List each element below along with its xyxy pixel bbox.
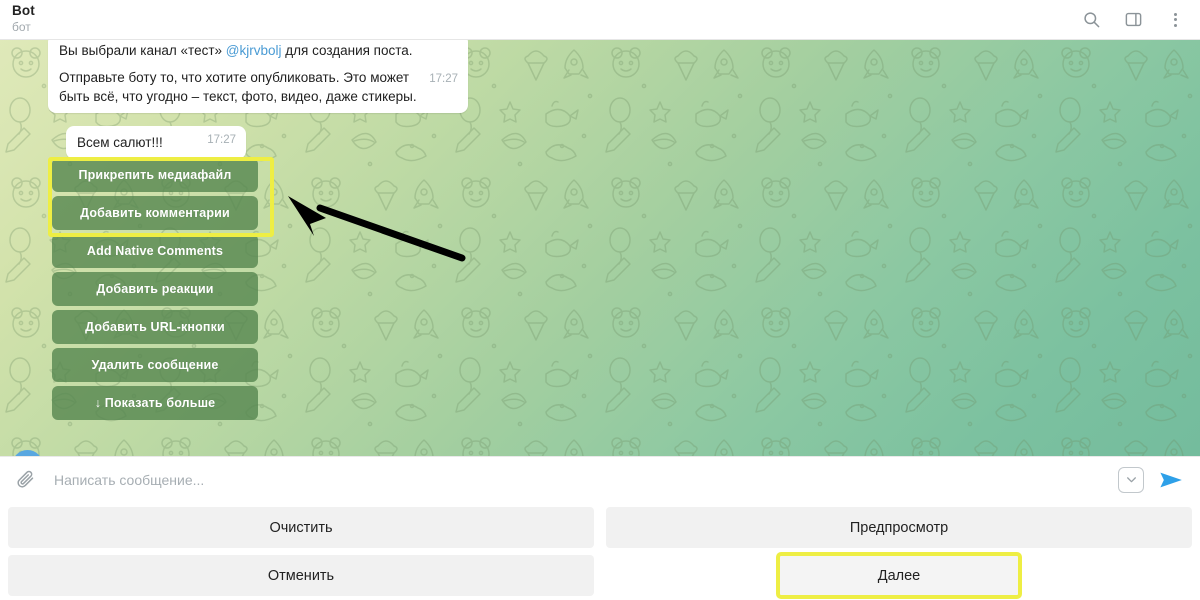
keyboard-button-add-reactions[interactable]: Добавить реакции xyxy=(52,272,258,306)
keyboard-button-delete-message[interactable]: Удалить сообщение xyxy=(52,348,258,382)
keyboard-button-attach-media[interactable]: Прикрепить медиафайл xyxy=(52,158,258,192)
next-button[interactable]: Далее xyxy=(776,552,1022,599)
post-text: Всем салют!!! xyxy=(77,135,163,150)
telegram-window: Bot бот Вы выбрали канал «тест» @kjrvbol… xyxy=(0,0,1200,600)
instructions-text: Отправьте боту то, что хотите опубликова… xyxy=(59,70,417,105)
chat-title: Bot xyxy=(12,3,35,19)
message-input[interactable] xyxy=(50,471,1106,488)
message-list[interactable]: Вы выбрали канал «тест» @kjrvbolj для со… xyxy=(0,40,1200,456)
chat-header-titles[interactable]: Bot бот xyxy=(12,4,35,34)
header-actions xyxy=(1080,9,1186,31)
search-icon[interactable] xyxy=(1080,9,1102,31)
sidebar-panel-icon[interactable] xyxy=(1122,9,1144,31)
keyboard-button-show-more[interactable]: ↓ Показать больше xyxy=(52,386,258,420)
message-time: 17:27 xyxy=(207,134,236,146)
keyboard-button-add-native-comments[interactable]: Add Native Comments xyxy=(52,234,258,268)
annotation-arrow-icon xyxy=(288,196,466,262)
message-row: Вы выбрали канал «тест» @kjrvbolj для со… xyxy=(48,40,468,114)
intro-suffix: для создания поста. xyxy=(281,43,413,58)
message-line-channel: Вы выбрали канал «тест» @kjrvbolj для со… xyxy=(59,41,458,60)
avatar: B xyxy=(12,450,43,456)
more-vertical-icon[interactable] xyxy=(1164,9,1186,31)
keyboard-button-add-comments[interactable]: Добавить комментарии xyxy=(52,196,258,230)
message-time: 17:27 xyxy=(429,73,458,86)
bot-message-bubble: Вы выбрали канал «тест» @kjrvbolj для со… xyxy=(48,40,468,114)
action-cell-preview: Предпросмотр xyxy=(606,507,1192,548)
preview-button[interactable]: Предпросмотр xyxy=(606,507,1192,548)
action-cell-clear: Очистить xyxy=(8,507,594,548)
post-preview-bubble: 17:27 Всем салют!!! xyxy=(66,126,246,160)
action-cell-next: Далее xyxy=(606,552,1192,599)
chat-area: Вы выбрали канал «тест» @kjrvbolj для со… xyxy=(0,40,1200,456)
message-composer xyxy=(0,456,1200,502)
bot-action-keyboard: Очистить Предпросмотр Отменить Далее xyxy=(0,502,1200,600)
more-dots xyxy=(1173,10,1177,30)
chat-subtitle: бот xyxy=(12,20,31,35)
channel-username-link[interactable]: @kjrvbolj xyxy=(226,43,282,58)
message-line-instructions: 17:27 Отправьте боту то, что хотите опубл… xyxy=(59,68,458,106)
action-cell-cancel: Отменить xyxy=(8,555,594,596)
cancel-button[interactable]: Отменить xyxy=(8,555,594,596)
clear-button[interactable]: Очистить xyxy=(8,507,594,548)
chevron-down-icon[interactable] xyxy=(1118,466,1144,493)
paperclip-icon[interactable] xyxy=(12,467,38,493)
inline-keyboard: Прикрепить медиафайл Добавить комментари… xyxy=(52,158,258,420)
keyboard-button-add-url-buttons[interactable]: Добавить URL-кнопки xyxy=(52,310,258,344)
intro-prefix: Вы выбрали канал «тест» xyxy=(59,43,226,58)
chat-header: Bot бот xyxy=(0,0,1200,40)
send-icon[interactable] xyxy=(1156,465,1186,495)
